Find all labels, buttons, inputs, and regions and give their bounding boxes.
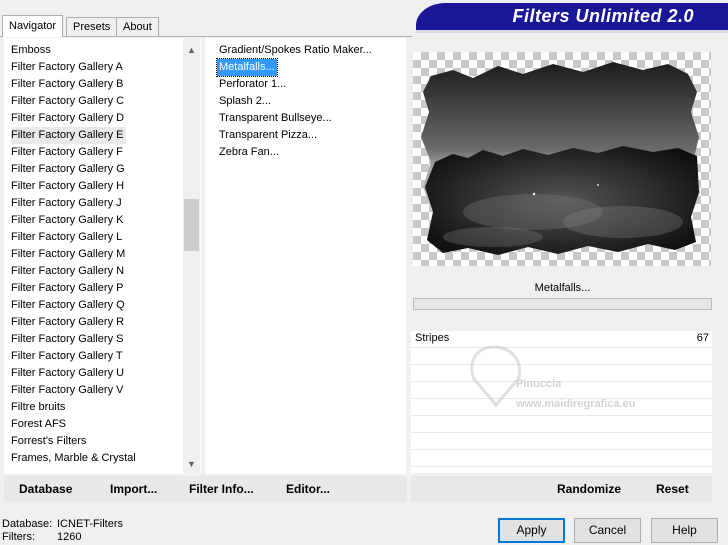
- filters-label: Filters:: [2, 531, 35, 543]
- category-item[interactable]: Filter Factory Gallery C: [11, 93, 124, 110]
- watermark-line2: www.maidiregrafica.eu: [515, 398, 635, 410]
- category-scrollbar[interactable]: ▲ ▼: [183, 38, 200, 474]
- database-button[interactable]: Database: [19, 476, 72, 502]
- category-item[interactable]: Filter Factory Gallery S: [11, 331, 123, 348]
- category-item[interactable]: Filter Factory Gallery H: [11, 178, 124, 195]
- category-item[interactable]: Filter Factory Gallery A: [11, 59, 123, 76]
- preview-image: [413, 52, 711, 266]
- param-row-empty: [411, 416, 712, 433]
- filter-item[interactable]: Transparent Pizza...: [219, 127, 317, 144]
- category-item[interactable]: Filter Factory Gallery N: [11, 263, 124, 280]
- filter-item[interactable]: Splash 2...: [219, 93, 271, 110]
- apply-button[interactable]: Apply: [498, 518, 565, 543]
- category-item[interactable]: Filter Factory Gallery K: [11, 212, 123, 229]
- category-list[interactable]: Emboss Filter Factory Gallery A Filter Fac…: [4, 38, 201, 474]
- category-item[interactable]: Filter Factory Gallery T: [11, 348, 123, 365]
- param-value[interactable]: 67: [697, 332, 709, 344]
- watermark: Pinuccia www.maidiregrafica.eu: [466, 343, 686, 415]
- category-item[interactable]: Filter Factory Gallery F: [11, 144, 123, 161]
- cancel-button[interactable]: Cancel: [574, 518, 641, 543]
- reset-button[interactable]: Reset: [656, 476, 689, 502]
- banner-strip: [416, 30, 728, 33]
- filter-info-button[interactable]: Filter Info...: [189, 476, 254, 502]
- category-item[interactable]: Filter Factory Gallery U: [11, 365, 124, 382]
- category-item[interactable]: Filter Factory Gallery M: [11, 246, 125, 263]
- category-item[interactable]: Emboss: [11, 42, 51, 59]
- category-item[interactable]: Filter Factory Gallery G: [11, 161, 125, 178]
- help-button[interactable]: Help: [651, 518, 718, 543]
- database-value: ICNET-Filters: [57, 518, 123, 530]
- filter-item[interactable]: Gradient/Spokes Ratio Maker...: [219, 42, 372, 59]
- category-item[interactable]: Filter Factory Gallery E: [11, 127, 127, 144]
- progress-bar: [413, 298, 712, 310]
- category-item[interactable]: Filter Factory Gallery V: [11, 382, 123, 399]
- category-item[interactable]: Filter Factory Gallery R: [11, 314, 124, 331]
- scrollbar-thumb[interactable]: [184, 199, 199, 251]
- filters-count: 1260: [57, 531, 82, 543]
- category-item[interactable]: Filtre bruits: [11, 399, 65, 416]
- category-item[interactable]: Frames, Marble & Crystal: [11, 450, 136, 467]
- param-row-empty: [411, 433, 712, 450]
- scroll-up-icon[interactable]: ▲: [183, 42, 200, 59]
- category-item[interactable]: Filter Factory Gallery P: [11, 280, 123, 297]
- editor-button[interactable]: Editor...: [286, 476, 330, 502]
- watermark-line1: Pinuccia: [516, 378, 562, 390]
- database-label: Database:: [2, 518, 53, 530]
- param-label: Stripes: [415, 332, 450, 344]
- tab-navigator[interactable]: Navigator: [2, 15, 64, 37]
- category-item[interactable]: Filter Factory Gallery D: [11, 110, 124, 127]
- filter-item[interactable]: Perforator 1...: [219, 76, 286, 93]
- randomize-button[interactable]: Randomize: [557, 476, 621, 502]
- tab-presets[interactable]: Presets: [66, 17, 118, 36]
- category-item[interactable]: Filter Factory Gallery L: [11, 229, 122, 246]
- banner-title: Filters Unlimited 2.0: [512, 6, 694, 26]
- category-item[interactable]: Forrest's Filters: [11, 433, 86, 450]
- filter-item[interactable]: Transparent Bullseye...: [219, 110, 332, 127]
- preview-art: [421, 62, 700, 255]
- category-item[interactable]: Filter Factory Gallery J: [11, 195, 122, 212]
- import-button[interactable]: Import...: [110, 476, 157, 502]
- filter-list[interactable]: Gradient/Spokes Ratio Maker... Metalfalls…: [205, 38, 406, 474]
- current-filter-name: Metalfalls...: [413, 277, 712, 299]
- category-item[interactable]: Forest AFS: [11, 416, 66, 433]
- param-row-empty: [411, 450, 712, 467]
- scroll-down-icon[interactable]: ▼: [183, 456, 200, 473]
- banner: Filters Unlimited 2.0: [416, 3, 728, 30]
- category-item[interactable]: Filter Factory Gallery Q: [11, 297, 125, 314]
- filter-item[interactable]: Metalfalls...: [216, 58, 278, 77]
- tab-about[interactable]: About: [116, 17, 159, 36]
- filter-item[interactable]: Zebra Fan...: [219, 144, 279, 161]
- category-item[interactable]: Filter Factory Gallery B: [11, 76, 123, 93]
